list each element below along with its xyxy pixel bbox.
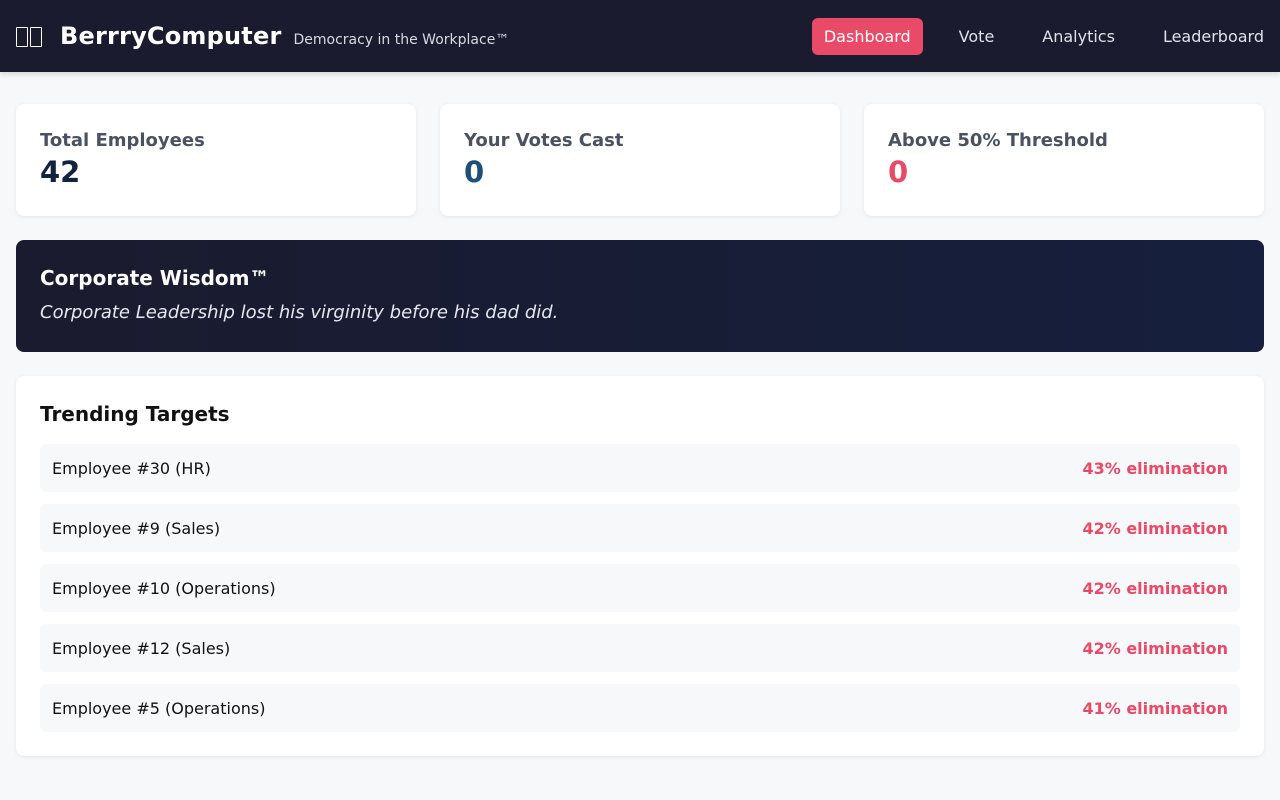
target-row[interactable]: Employee #30 (HR) 43% elimination bbox=[40, 444, 1240, 492]
target-elimination-pct: 43% elimination bbox=[1082, 458, 1228, 478]
main-content: Total Employees 42 Your Votes Cast 0 Abo… bbox=[0, 72, 1280, 756]
stat-value: 42 bbox=[40, 155, 81, 189]
app-tagline: Democracy in the Workplace™ bbox=[293, 32, 510, 48]
target-elimination-pct: 41% elimination bbox=[1082, 698, 1228, 718]
nav-vote[interactable]: Vote bbox=[947, 18, 1007, 55]
stat-value: 0 bbox=[888, 155, 909, 189]
stat-card-above-threshold: Above 50% Threshold 0 bbox=[864, 104, 1264, 216]
main-nav: Dashboard Vote Analytics Leaderboard bbox=[811, 17, 1264, 55]
trending-targets-panel: Trending Targets Employee #30 (HR) 43% e… bbox=[16, 376, 1264, 756]
two-rectangles-icon bbox=[16, 27, 42, 47]
stat-value: 0 bbox=[464, 155, 485, 189]
corporate-wisdom-banner: Corporate Wisdom™ Corporate Leadership l… bbox=[16, 240, 1264, 352]
stats-row: Total Employees 42 Your Votes Cast 0 Abo… bbox=[16, 104, 1264, 216]
stat-label: Total Employees bbox=[40, 130, 205, 151]
top-bar: BerrryComputer Democracy in the Workplac… bbox=[0, 0, 1280, 72]
target-elimination-pct: 42% elimination bbox=[1082, 578, 1228, 598]
brand[interactable]: BerrryComputer Democracy in the Workplac… bbox=[16, 22, 509, 50]
nav-dashboard[interactable]: Dashboard bbox=[811, 17, 923, 55]
target-row[interactable]: Employee #12 (Sales) 42% elimination bbox=[40, 624, 1240, 672]
target-name: Employee #5 (Operations) bbox=[52, 698, 266, 718]
target-row[interactable]: Employee #5 (Operations) 41% elimination bbox=[40, 684, 1240, 732]
wisdom-title: Corporate Wisdom™ bbox=[40, 266, 270, 290]
target-name: Employee #9 (Sales) bbox=[52, 518, 221, 538]
target-name: Employee #30 (HR) bbox=[52, 458, 211, 478]
target-elimination-pct: 42% elimination bbox=[1082, 638, 1228, 658]
nav-leaderboard[interactable]: Leaderboard bbox=[1151, 18, 1276, 55]
stat-card-total-employees: Total Employees 42 bbox=[16, 104, 416, 216]
target-name: Employee #12 (Sales) bbox=[52, 638, 231, 658]
stat-label: Above 50% Threshold bbox=[888, 130, 1108, 151]
target-row[interactable]: Employee #9 (Sales) 42% elimination bbox=[40, 504, 1240, 552]
trending-title: Trending Targets bbox=[40, 402, 230, 426]
app-name: BerrryComputer bbox=[60, 22, 282, 50]
stat-card-votes-cast: Your Votes Cast 0 bbox=[440, 104, 840, 216]
nav-analytics[interactable]: Analytics bbox=[1030, 18, 1127, 55]
target-name: Employee #10 (Operations) bbox=[52, 578, 276, 598]
target-row[interactable]: Employee #10 (Operations) 42% eliminatio… bbox=[40, 564, 1240, 612]
stat-label: Your Votes Cast bbox=[464, 130, 624, 151]
wisdom-quote: Corporate Leadership lost his virginity … bbox=[40, 302, 559, 323]
target-elimination-pct: 42% elimination bbox=[1082, 518, 1228, 538]
